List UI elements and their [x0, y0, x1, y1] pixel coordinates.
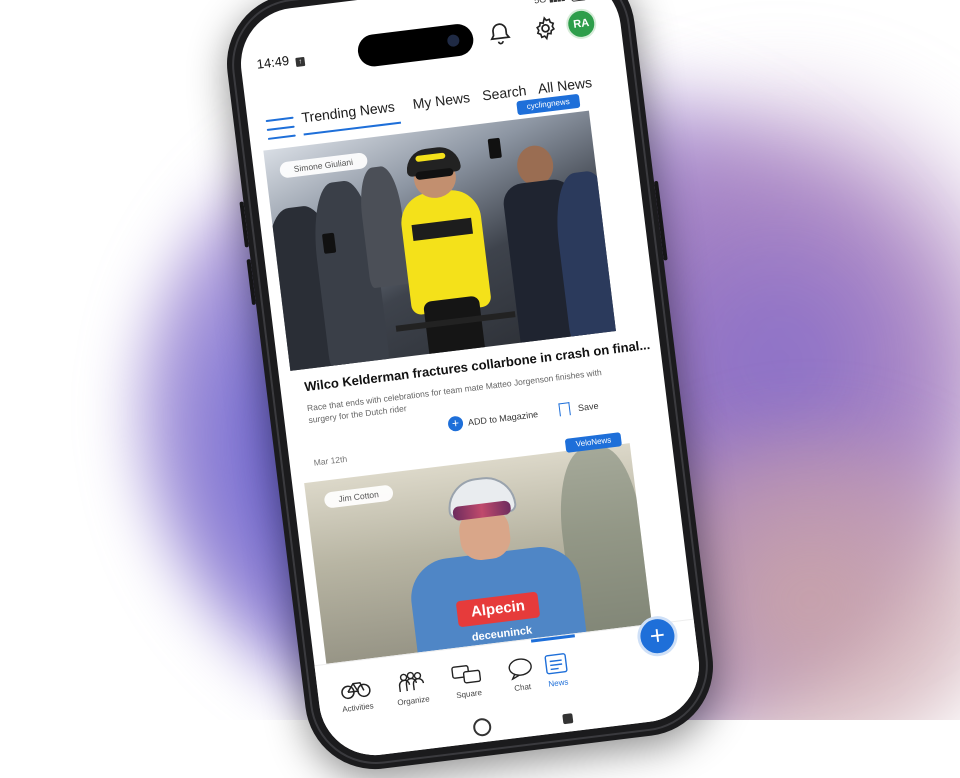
status-time: 14:49 ↑	[256, 51, 306, 72]
plus-icon: +	[647, 619, 667, 651]
bike-icon	[341, 681, 371, 700]
home-circle-icon[interactable]	[472, 717, 493, 738]
menu-line	[267, 134, 296, 140]
bookmark-icon	[558, 402, 571, 417]
news-card[interactable]: Simone Giuliani cyclingnews Wilco Kelder…	[263, 93, 651, 470]
phone-in-hand	[321, 232, 337, 254]
photo-credit: Simone Giuliani	[278, 152, 368, 179]
rider-legs	[423, 295, 486, 362]
menu-button[interactable]	[265, 116, 296, 142]
tab-trending-news[interactable]: Trending News	[301, 98, 396, 125]
news-feed: Simone Giuliani cyclingnews Wilco Kelder…	[263, 93, 656, 692]
nav-news[interactable]: News	[527, 649, 587, 691]
nav-organize[interactable]: Organize	[382, 667, 442, 709]
add-to-magazine-button[interactable]: + ADD to Magazine	[447, 406, 539, 433]
phone-screen: 14:49 ↑ 5G ▮▮▮▮ 45 RA Trending News	[234, 0, 706, 762]
nav-label: Activities	[341, 701, 375, 715]
bell-icon[interactable]	[485, 19, 514, 48]
nav-activities[interactable]: Activities	[326, 674, 386, 716]
add-to-magazine-label: ADD to Magazine	[467, 408, 539, 428]
photo-credit: Jim Cotton	[323, 484, 394, 509]
signal-text: 5G	[534, 0, 547, 5]
square-chat-icon	[451, 665, 482, 684]
battery-icon: 45	[570, 0, 588, 2]
article-photo[interactable]: Simone Giuliani	[263, 110, 616, 371]
menu-line	[265, 116, 294, 123]
phone-in-hand	[487, 137, 502, 160]
save-button[interactable]: Save	[558, 399, 599, 417]
status-bar-right: 5G ▮▮▮▮ 45	[533, 0, 588, 6]
group-icon	[398, 671, 425, 693]
rider-jersey	[397, 186, 492, 316]
tab-all-news[interactable]: All News	[537, 74, 593, 97]
avatar[interactable]: RA	[564, 7, 598, 41]
recent-apps-icon[interactable]	[562, 713, 574, 725]
plus-icon: +	[447, 415, 464, 433]
signal-icon: ▮▮▮▮	[548, 0, 565, 4]
gear-icon[interactable]	[531, 14, 560, 43]
save-label: Save	[577, 400, 599, 413]
tab-my-news[interactable]: My News	[412, 89, 471, 112]
avatar-initials: RA	[572, 16, 590, 31]
nav-square[interactable]: Square	[438, 660, 498, 702]
nav-label: News	[547, 677, 569, 689]
dynamic-island	[356, 22, 476, 69]
nav-label: Organize	[396, 694, 431, 708]
news-icon	[544, 653, 568, 675]
upload-icon: ↑	[295, 56, 306, 67]
status-time-text: 14:49	[255, 52, 290, 72]
nav-label: Square	[455, 688, 483, 701]
menu-line	[266, 125, 295, 131]
